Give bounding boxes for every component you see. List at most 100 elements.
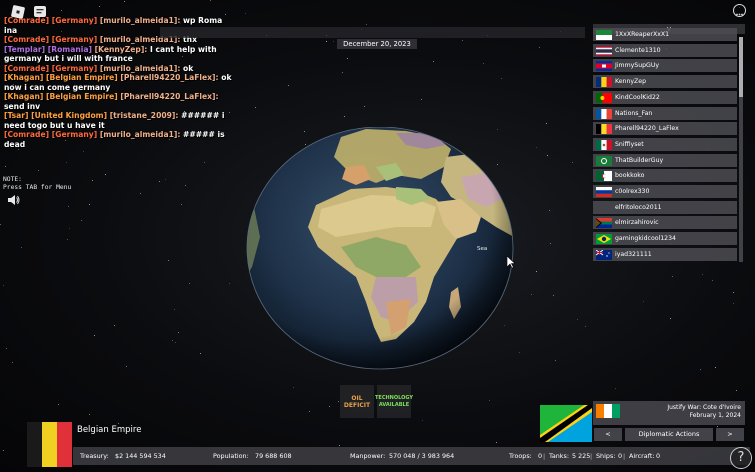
star bbox=[5, 165, 7, 167]
star bbox=[204, 162, 206, 164]
justify-war-panel[interactable]: Justify War: Cote d'Ivoire February 1, 2… bbox=[593, 401, 745, 425]
aircraft-label: Aircraft: bbox=[629, 452, 655, 460]
note-text: NOTE: Press TAB for Menu bbox=[3, 176, 71, 191]
player-name: ThatBuilderGuy bbox=[615, 156, 664, 164]
player-row[interactable]: JimmySupGUy bbox=[593, 59, 737, 73]
player-row[interactable]: Nations_Fan bbox=[593, 106, 737, 120]
chat-msg: send inv bbox=[4, 101, 41, 111]
player-flag-icon bbox=[596, 155, 612, 166]
player-flag-icon bbox=[596, 61, 612, 72]
player-row[interactable]: KennyZep bbox=[593, 75, 737, 89]
star bbox=[67, 205, 69, 207]
chat-user: [Pharell94220_LaFlex]: bbox=[120, 92, 219, 101]
star bbox=[500, 77, 502, 79]
note-hint: Press TAB for Menu bbox=[3, 183, 72, 191]
troops-label: Troops: bbox=[509, 452, 532, 460]
star bbox=[229, 283, 231, 285]
star bbox=[548, 209, 550, 211]
justify-war-text: Justify War: Cote d'Ivoire February 1, 2… bbox=[667, 404, 741, 420]
star bbox=[224, 13, 226, 15]
player-row[interactable]: KindCoolKid22 bbox=[593, 90, 737, 104]
player-name: 1XxXReaperXxX1 bbox=[615, 31, 670, 38]
star bbox=[549, 242, 551, 244]
star bbox=[173, 309, 175, 311]
star bbox=[172, 340, 174, 342]
star bbox=[17, 148, 19, 150]
speaker-icon[interactable] bbox=[7, 194, 20, 206]
chat-user: [tristane_2009]: bbox=[109, 111, 179, 120]
player-row[interactable]: gamingkidcool1234 bbox=[593, 232, 737, 246]
chat-tag: [Tsar] bbox=[4, 111, 29, 120]
star bbox=[66, 239, 68, 241]
star bbox=[89, 204, 91, 206]
star bbox=[89, 413, 90, 415]
star bbox=[421, 99, 423, 101]
star bbox=[483, 62, 485, 64]
star bbox=[66, 162, 68, 164]
star bbox=[553, 294, 555, 296]
world-globe[interactable]: Sea bbox=[246, 127, 516, 372]
prev-country-button[interactable]: < bbox=[594, 428, 622, 441]
menu-icon[interactable] bbox=[733, 4, 746, 17]
chat-message: [Tsar] [United Kingdom] [tristane_2009]:… bbox=[4, 111, 234, 130]
player-row[interactable]: bookkoko bbox=[593, 169, 737, 183]
player-row[interactable]: elmirzahirovic bbox=[593, 216, 737, 230]
player-list-scroll-thumb[interactable] bbox=[739, 37, 743, 97]
country-name: Belgian Empire bbox=[77, 425, 142, 435]
alert-tech-label: TECHNOLOGY AVAILABLE bbox=[375, 394, 413, 408]
player-flag-icon bbox=[596, 187, 612, 197]
star bbox=[139, 192, 141, 194]
star bbox=[38, 169, 40, 171]
star bbox=[326, 41, 328, 43]
player-flag-icon bbox=[596, 218, 612, 229]
star bbox=[577, 318, 579, 320]
star bbox=[159, 181, 161, 183]
alert-technology-available[interactable]: TECHNOLOGY AVAILABLE bbox=[375, 385, 413, 418]
player-name: Nations_Fan bbox=[615, 109, 653, 117]
help-button[interactable]: ? bbox=[730, 447, 752, 469]
diplomatic-actions-button[interactable]: Diplomatic Actions bbox=[625, 428, 713, 441]
manpower-value: 570 048 / 3 983 964 bbox=[389, 452, 455, 460]
star bbox=[0, 224, 2, 226]
chat-user: [murilo_almeida1]: bbox=[99, 63, 181, 73]
alert-oil-deficit[interactable]: OIL DEFICIT bbox=[340, 385, 374, 418]
chat-tag: [Khagan] bbox=[4, 73, 44, 82]
player-flag-icon bbox=[596, 108, 612, 119]
player-flag-icon bbox=[596, 124, 612, 135]
player-name: gamingkidcool1234 bbox=[615, 235, 676, 243]
player-row[interactable]: 1XxXReaperXxX1 bbox=[593, 28, 737, 41]
tanks-label: Tanks: bbox=[549, 452, 569, 460]
star bbox=[535, 270, 537, 272]
player-row[interactable]: Clemente1310 bbox=[593, 43, 737, 57]
chat-nation: [Germany] bbox=[51, 63, 98, 73]
player-row[interactable]: elfritoloco2011 bbox=[593, 200, 737, 214]
star bbox=[98, 5, 100, 7]
chat-message: [Khagan] [Belgian Empire] [Pharell94220_… bbox=[4, 92, 234, 111]
player-row[interactable]: Pharell94220_LaFlex bbox=[593, 122, 737, 136]
chat-msg: ok bbox=[183, 63, 194, 73]
star bbox=[104, 173, 106, 175]
player-row[interactable]: c0olrex330 bbox=[593, 185, 737, 198]
star bbox=[711, 280, 713, 282]
player-row[interactable]: ThatBuilderGuy bbox=[593, 153, 737, 167]
chat-tag: [Comrade] bbox=[4, 35, 50, 44]
next-country-button[interactable]: > bbox=[716, 428, 744, 441]
player-row[interactable]: Sniffiyset bbox=[593, 137, 737, 151]
player-name: bookkoko bbox=[615, 172, 645, 180]
player-name: Pharell94220_LaFlex bbox=[615, 125, 679, 133]
star bbox=[496, 441, 498, 443]
star bbox=[2, 285, 4, 286]
star bbox=[702, 273, 704, 275]
player-list: v 1XxXReaperXxX1Clemente1310JimmySupGUyK… bbox=[593, 24, 745, 264]
treasury-label: Treasury: bbox=[80, 452, 109, 460]
player-row[interactable]: iyad321111 bbox=[593, 247, 737, 261]
date-display: December 20, 2023 bbox=[337, 39, 417, 49]
target-country-flag bbox=[540, 405, 592, 442]
player-flag-icon bbox=[596, 171, 612, 182]
star bbox=[365, 23, 367, 25]
star bbox=[461, 39, 463, 41]
star bbox=[6, 347, 8, 349]
star bbox=[337, 401, 339, 403]
chat-tag: [Templar] bbox=[4, 44, 46, 54]
chat-user: [murilo_almeida1]: bbox=[99, 16, 181, 25]
